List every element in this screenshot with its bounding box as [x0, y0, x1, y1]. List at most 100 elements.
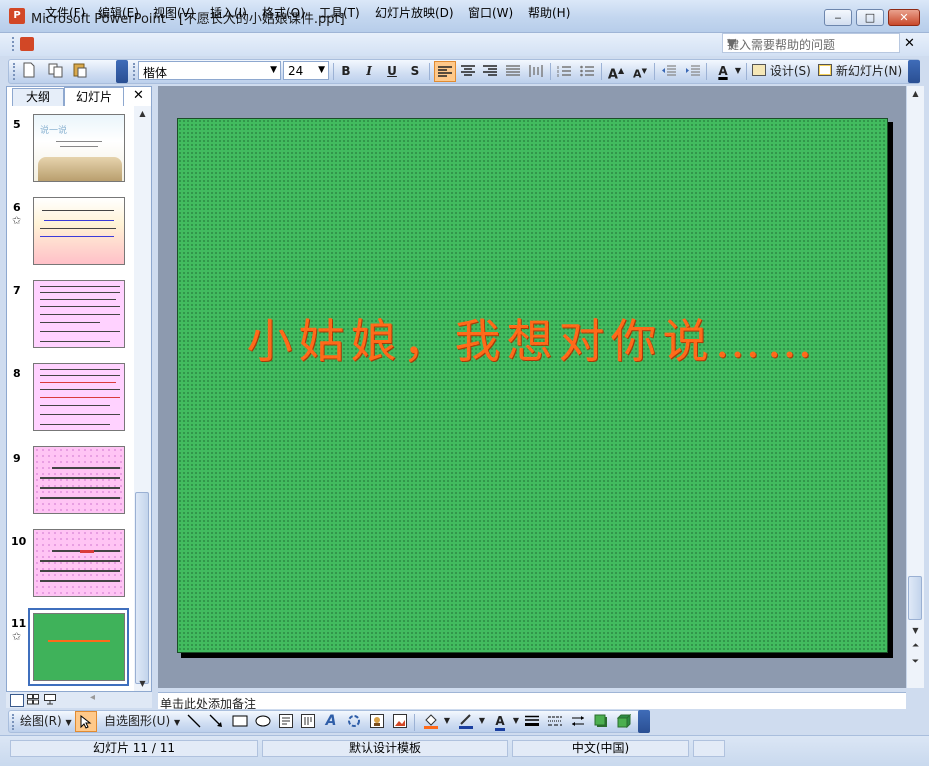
- align-right-button[interactable]: [481, 62, 499, 80]
- scroll-down-icon[interactable]: ▼: [907, 623, 924, 638]
- notes-pane[interactable]: 单击此处添加备注: [158, 692, 906, 709]
- autoshapes-menu-button[interactable]: 自选图形(U) ▼: [104, 712, 184, 730]
- menu-window[interactable]: 窗口(W): [468, 4, 513, 21]
- new-file-icon[interactable]: [20, 62, 38, 80]
- new-slide-button[interactable]: 新幻灯片(N): [818, 62, 908, 80]
- increase-indent-button[interactable]: [684, 62, 702, 80]
- chevron-down-icon[interactable]: ▼: [443, 712, 451, 730]
- tab-slides[interactable]: 幻灯片: [64, 87, 124, 107]
- fill-color-button[interactable]: [420, 712, 442, 730]
- close-panel-icon[interactable]: ✕: [133, 88, 144, 103]
- slide-thumbnail-7[interactable]: [33, 280, 125, 348]
- document-icon[interactable]: [20, 37, 34, 51]
- chevron-down-icon[interactable]: ▼: [734, 62, 742, 80]
- chevron-down-icon[interactable]: ▼: [512, 712, 520, 730]
- toolbar-options-icon[interactable]: [908, 60, 920, 83]
- scroll-up-icon[interactable]: ▲: [907, 86, 924, 101]
- clipart-tool-icon[interactable]: [368, 712, 386, 730]
- paste-icon[interactable]: [70, 62, 90, 80]
- toolbar-grip[interactable]: [13, 63, 18, 80]
- draw-menu-button[interactable]: 绘图(R) ▼: [20, 712, 72, 730]
- chevron-down-icon[interactable]: ▼: [478, 712, 486, 730]
- menu-edit[interactable]: 编辑(E): [98, 4, 139, 21]
- maximize-button[interactable]: □: [856, 9, 884, 26]
- menu-help[interactable]: 帮助(H): [528, 4, 570, 21]
- menu-view[interactable]: 视图(V): [153, 4, 195, 21]
- italic-button[interactable]: I: [361, 62, 377, 80]
- align-left-button[interactable]: [434, 61, 456, 82]
- line-tool-icon[interactable]: [186, 712, 202, 730]
- slide-title-text[interactable]: 小姑娘，我想对你说……: [178, 305, 887, 371]
- wordart-tool-icon[interactable]: A: [322, 712, 340, 730]
- dash-style-icon[interactable]: [546, 712, 564, 730]
- chevron-down-icon: ▼: [173, 718, 181, 727]
- drawing-font-color-button[interactable]: A: [489, 712, 511, 731]
- previous-slide-icon[interactable]: ⏶: [907, 639, 924, 654]
- toolbar-grip[interactable]: [12, 714, 17, 730]
- slideshow-view-icon[interactable]: [44, 694, 56, 705]
- distributed-button[interactable]: [527, 62, 545, 80]
- menu-slideshow[interactable]: 幻灯片放映(D): [375, 4, 454, 21]
- font-color-button[interactable]: A: [712, 62, 734, 80]
- arrow-tool-icon[interactable]: [208, 712, 224, 730]
- minimize-button[interactable]: ‒: [824, 9, 852, 26]
- slide-thumbnail-8[interactable]: [33, 363, 125, 431]
- design-button[interactable]: 设计(S): [752, 62, 814, 80]
- bullets-button[interactable]: [578, 62, 596, 80]
- oval-tool-icon[interactable]: [254, 712, 272, 730]
- status-empty-cell: [693, 740, 725, 757]
- underline-button[interactable]: U: [384, 62, 400, 80]
- vertical-textbox-tool-icon[interactable]: [299, 712, 317, 730]
- menu-file[interactable]: 文件(F): [45, 4, 85, 21]
- slide-thumbnail-11[interactable]: [33, 613, 125, 681]
- scroll-left-icon[interactable]: ◂: [90, 692, 95, 703]
- menu-insert[interactable]: 插入(I): [210, 4, 247, 21]
- line-color-button[interactable]: [455, 712, 477, 730]
- textbox-tool-icon[interactable]: [277, 712, 295, 730]
- font-name-select[interactable]: 楷体 ▼: [138, 61, 281, 80]
- font-size-select[interactable]: 24 ▼: [283, 61, 329, 80]
- arrow-style-icon[interactable]: [569, 712, 587, 730]
- toolbar-options-icon[interactable]: [116, 60, 128, 83]
- diagram-tool-icon[interactable]: [345, 712, 363, 730]
- picture-tool-icon[interactable]: [391, 712, 409, 730]
- decrease-font-button[interactable]: A▼: [630, 62, 650, 81]
- justify-button[interactable]: [504, 62, 522, 80]
- slide-thumbnail-5[interactable]: 说一说: [33, 114, 125, 182]
- powerpoint-app-icon[interactable]: P: [9, 8, 25, 24]
- menu-tools[interactable]: 工具(T): [319, 4, 360, 21]
- scrollbar-thumb[interactable]: [908, 576, 922, 620]
- font-color-icon: A: [718, 64, 728, 78]
- tab-outline[interactable]: 大纲: [12, 88, 64, 107]
- slide-sorter-view-icon[interactable]: [27, 694, 39, 705]
- bold-button[interactable]: B: [338, 62, 354, 80]
- scroll-up-icon[interactable]: ▲: [134, 106, 151, 121]
- copy-icon[interactable]: [46, 62, 66, 80]
- rectangle-tool-icon[interactable]: [231, 712, 249, 730]
- close-document-icon[interactable]: ✕: [904, 36, 915, 51]
- menu-format[interactable]: 格式(O): [262, 4, 305, 21]
- scroll-down-icon[interactable]: ▼: [134, 676, 151, 691]
- slide-thumbnail-10[interactable]: [33, 529, 125, 597]
- select-pointer-button[interactable]: [75, 711, 97, 732]
- toolbar-options-icon[interactable]: [638, 710, 650, 733]
- shadow-button[interactable]: S: [407, 62, 423, 80]
- close-button[interactable]: ✕: [888, 9, 920, 26]
- align-center-button[interactable]: [459, 62, 477, 80]
- increase-font-button[interactable]: A▲: [606, 62, 626, 82]
- numbering-button[interactable]: [555, 62, 573, 80]
- next-slide-icon[interactable]: ⏷: [907, 655, 924, 670]
- main-scrollbar[interactable]: ▲ ▼ ⏶ ⏷: [906, 86, 924, 688]
- 3d-style-icon[interactable]: [615, 712, 633, 730]
- slide-canvas[interactable]: 小姑娘，我想对你说……: [177, 118, 888, 653]
- slide-thumbnail-6[interactable]: [33, 197, 125, 265]
- decrease-indent-button[interactable]: [660, 62, 678, 80]
- line-style-icon[interactable]: [523, 712, 541, 730]
- slide-thumbnail-9[interactable]: [33, 446, 125, 514]
- help-search-input[interactable]: 键入需要帮助的问题 ▼: [722, 33, 900, 53]
- scrollbar-thumb[interactable]: [135, 492, 149, 684]
- shadow-style-icon[interactable]: [592, 712, 610, 730]
- normal-view-icon[interactable]: [10, 694, 24, 707]
- slides-panel-scrollbar[interactable]: ▲ ▼: [134, 106, 151, 691]
- dropdown-arrow-icon[interactable]: ▼: [727, 36, 896, 50]
